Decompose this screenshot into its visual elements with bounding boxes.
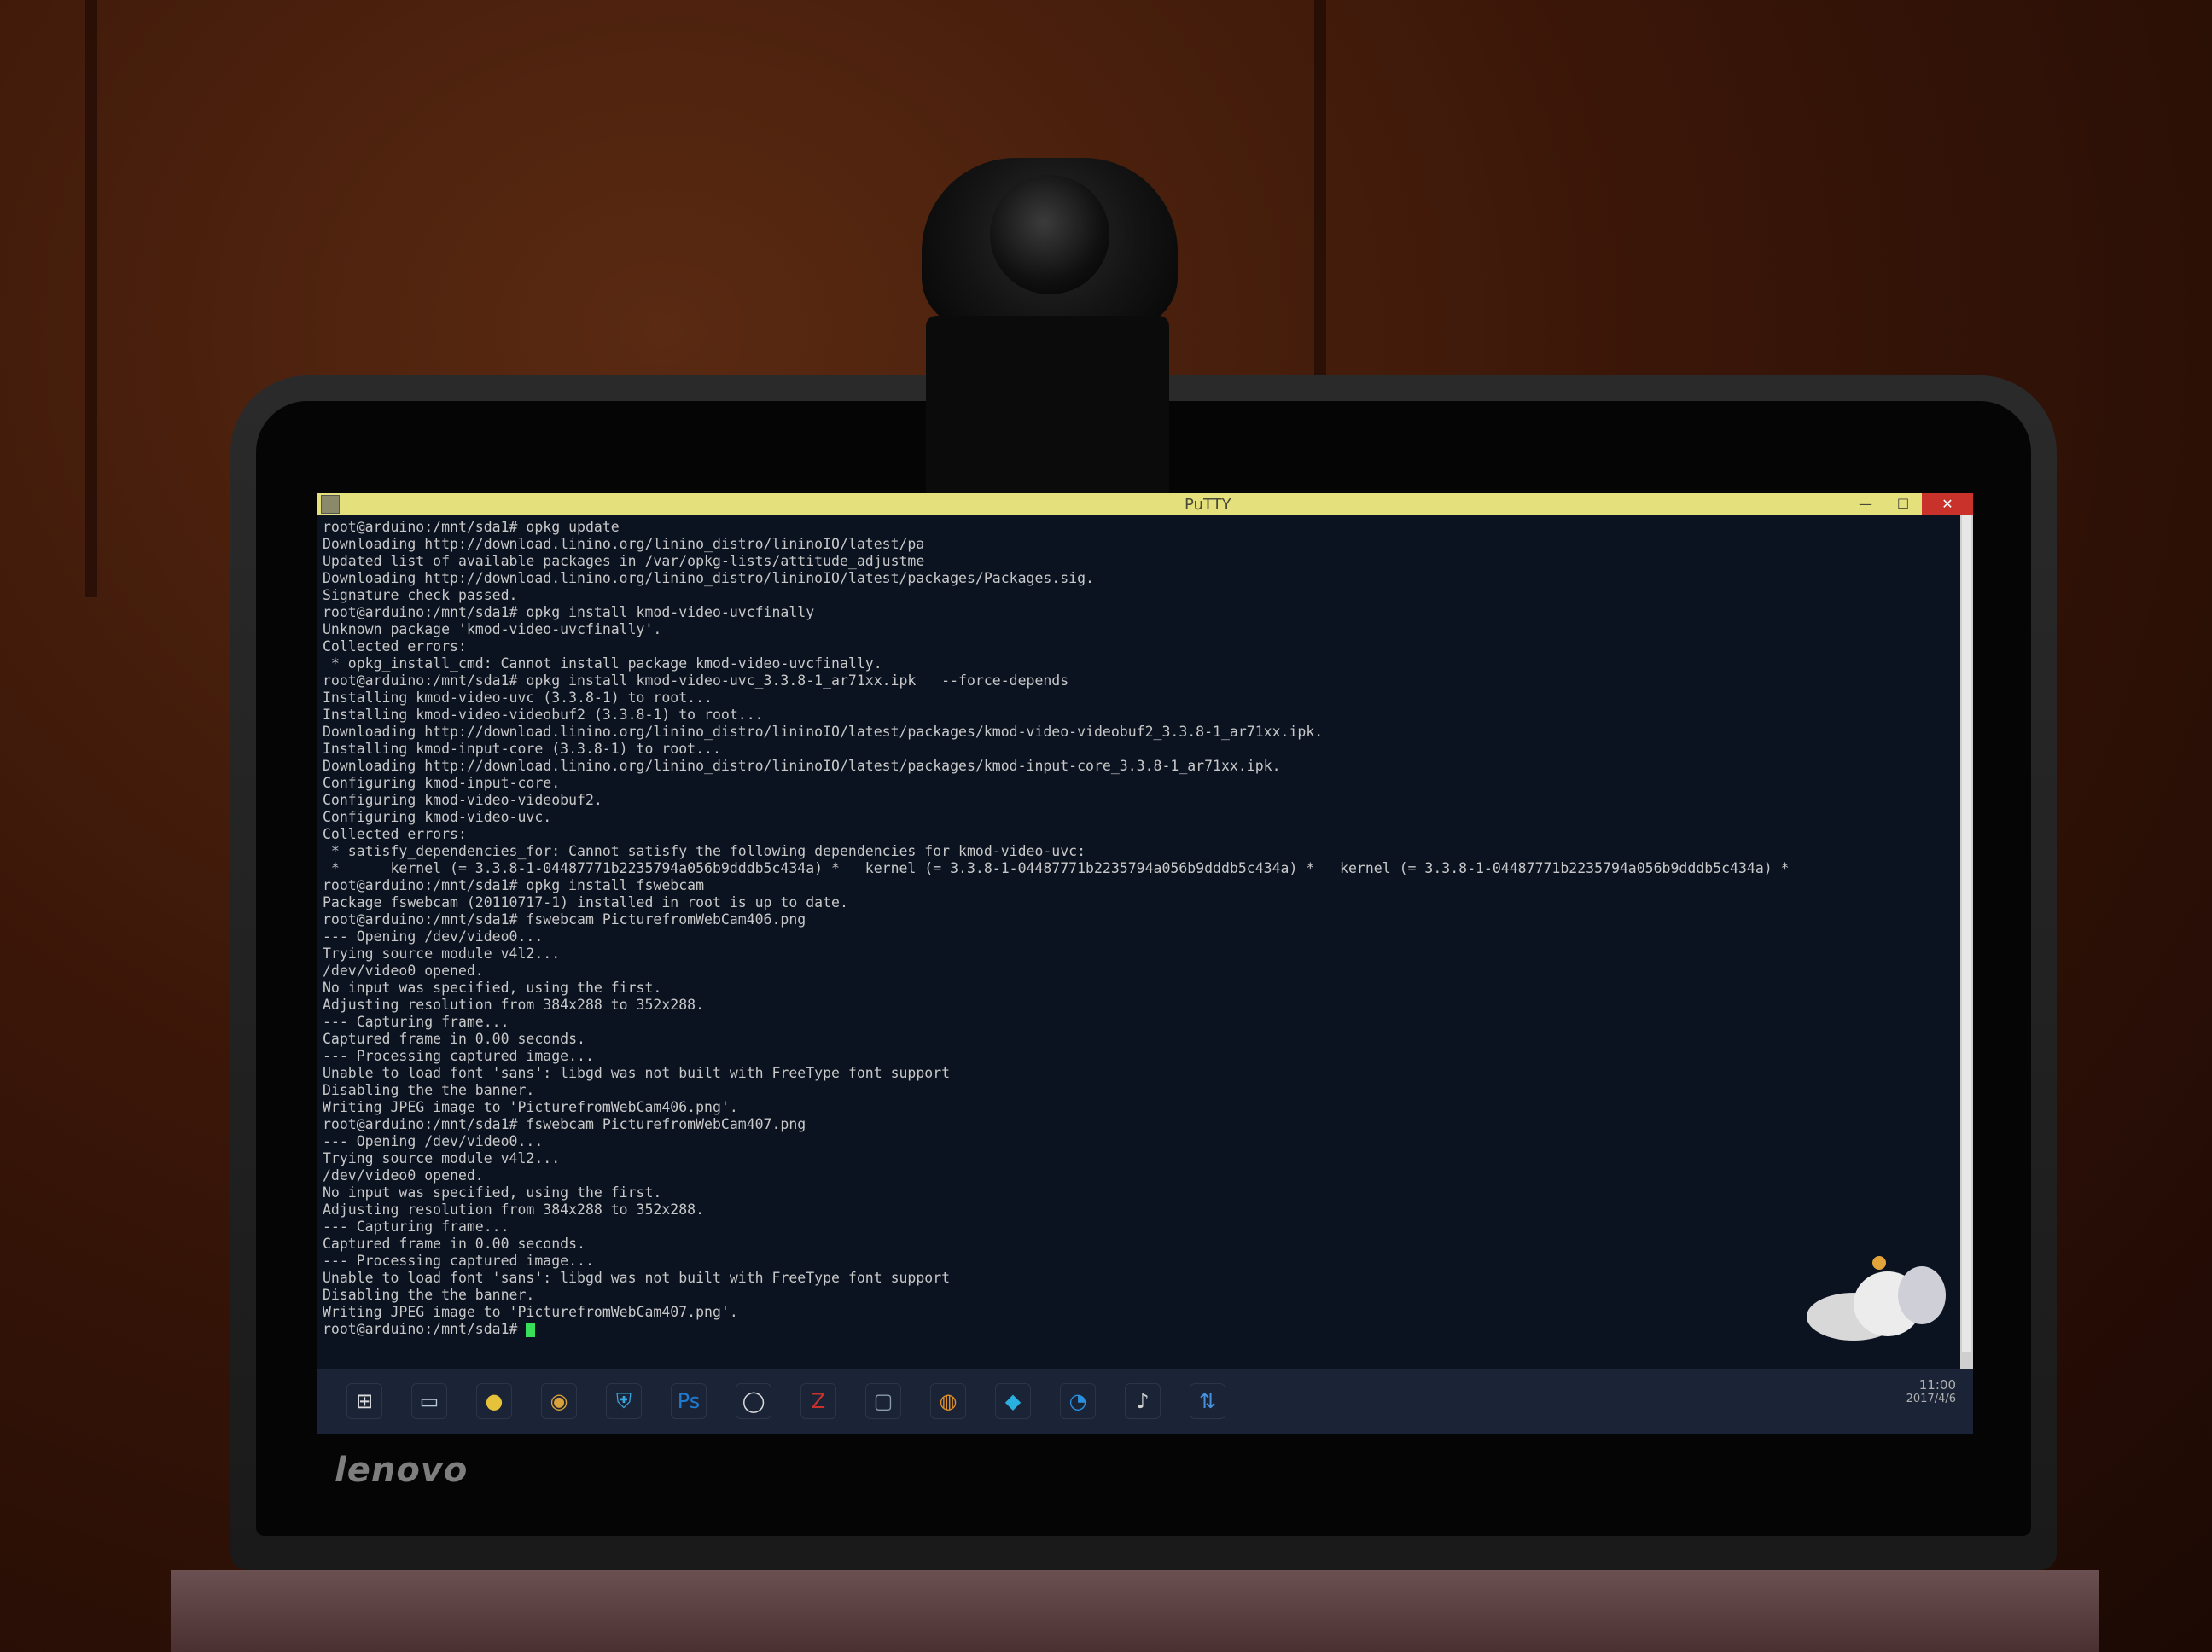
terminal-line: Trying source module v4l2... [323,1150,561,1166]
terminal-line: Installing kmod-video-uvc (3.3.8-1) to r… [323,689,713,706]
globe-icon[interactable]: ◍ [930,1383,966,1419]
window-title: PuTTY [1185,495,1231,514]
terminal-line: Trying source module v4l2... [323,945,561,962]
terminal-line: Installing kmod-input-core (3.3.8-1) to … [323,741,721,757]
terminal-line: Adjusting resolution from 384x288 to 352… [323,1201,705,1218]
scrollbar-thumb[interactable] [1962,515,1971,1352]
terminal-line: Writing JPEG image to 'PicturefromWebCam… [323,1099,738,1115]
terminal-line: --- Processing captured image... [323,1048,594,1064]
webcam-lens-icon [990,175,1109,294]
terminal-line: root@arduino:/mnt/sda1# [323,1321,1955,1338]
terminal-line: Captured frame in 0.00 seconds. [323,1236,585,1252]
terminal-line: No input was specified, using the first. [323,1184,662,1201]
taskbar: ⊞ ▭ ● ◉ ⛨ Ps ◯ Z ▢ ◍ ◆ ◔ ♪ ⇅ 11:00 2017/4/6 [317,1369,1973,1434]
terminal-line: root@arduino:/mnt/sda1# opkg update [323,519,620,535]
close-button[interactable]: ✕ [1922,493,1973,515]
screen: PuTTY — ☐ ✕ root@arduino:/mnt/sda1# opkg… [317,493,1973,1434]
brand-logo: lenovo [335,1451,469,1490]
terminal-line: root@arduino:/mnt/sda1# fswebcam Picture… [323,911,806,928]
terminal-line: Unable to load font 'sans': libgd was no… [323,1065,951,1081]
terminal-line: root@arduino:/mnt/sda1# opkg install fsw… [323,877,705,893]
terminal-line: Updated list of available packages in /v… [323,553,925,569]
camera-app-icon[interactable]: ◔ [1060,1383,1096,1419]
terminal-line: Downloading http://download.linino.org/l… [323,724,1324,740]
terminal-line: Configuring kmod-video-videobuf2. [323,792,602,808]
terminal-line: /dev/video0 opened. [323,1167,484,1184]
terminal-line: Downloading http://download.linino.org/l… [323,536,925,552]
terminal-line: root@arduino:/mnt/sda1# opkg install kmo… [323,604,815,620]
media-app-icon[interactable]: ♪ [1125,1383,1161,1419]
terminal-line: Collected errors: [323,826,467,842]
terminal-line: --- Opening /dev/video0... [323,928,544,945]
speech-bubble-icon[interactable]: ◯ [736,1383,771,1419]
terminal-line: --- Processing captured image... [323,1253,594,1269]
system-tray[interactable]: 11:00 2017/4/6 [1906,1377,1956,1405]
terminal-line: Disabling the the banner. [323,1082,535,1098]
terminal-line: --- Capturing frame... [323,1014,509,1030]
window-controls: — ☐ ✕ [1847,493,1973,515]
keyboard [171,1570,2099,1652]
terminal-line: * opkg_install_cmd: Cannot install packa… [323,655,882,672]
terminal-line: Installing kmod-video-videobuf2 (3.3.8-1… [323,707,764,723]
start-icon[interactable]: ⊞ [346,1383,382,1419]
terminal-line: --- Opening /dev/video0... [323,1133,544,1149]
terminal-line: Downloading http://download.linino.org/l… [323,758,1281,774]
terminal-line: Adjusting resolution from 384x288 to 352… [323,997,705,1013]
photoshop-icon[interactable]: Ps [671,1383,707,1419]
tray-time: 11:00 [1918,1377,1956,1393]
terminal-line: No input was specified, using the first. [323,980,662,996]
security-shield-icon[interactable]: ⛨ [606,1383,642,1419]
terminal-cursor [526,1323,536,1337]
terminal-line: Unknown package 'kmod-video-uvcfinally'. [323,621,662,637]
terminal-line: * kernel (= 3.3.8-1-04487771b2235794a056… [323,860,1790,876]
terminal-line: Configuring kmod-video-uvc. [323,809,552,825]
network-app-icon[interactable]: ⇅ [1190,1383,1225,1419]
terminal-line: * satisfy_dependencies_for: Cannot satis… [323,843,1086,859]
maximize-button[interactable]: ☐ [1884,493,1922,515]
terminal-line: /dev/video0 opened. [323,963,484,979]
terminal-line: --- Capturing frame... [323,1219,509,1235]
filezilla-icon[interactable]: Z [800,1383,836,1419]
blue-app-icon[interactable]: ◆ [995,1383,1031,1419]
minimize-button[interactable]: — [1847,493,1884,515]
file-explorer-icon[interactable]: ▭ [411,1383,447,1419]
terminal-line: Disabling the the banner. [323,1287,535,1303]
desktop-mascot-decoration [1807,1256,1946,1341]
terminal-line: root@arduino:/mnt/sda1# opkg install kmo… [323,672,1069,689]
vertical-scrollbar[interactable] [1960,515,1973,1369]
terminal-line: Configuring kmod-input-core. [323,775,561,791]
terminal-line: Writing JPEG image to 'PicturefromWebCam… [323,1304,738,1320]
terminal-line: Captured frame in 0.00 seconds. [323,1031,585,1047]
terminal-output[interactable]: root@arduino:/mnt/sda1# opkg update Downl… [317,515,1960,1369]
wall-seam [85,0,97,597]
taskbar-icons: ⊞ ▭ ● ◉ ⛨ Ps ◯ Z ▢ ◍ ◆ ◔ ♪ ⇅ [317,1383,1225,1419]
monitor-icon[interactable]: ▢ [865,1383,901,1419]
chrome-icon[interactable]: ◉ [541,1383,577,1419]
terminal-line: Unable to load font 'sans': libgd was no… [323,1270,951,1286]
tray-date: 2017/4/6 [1906,1393,1956,1405]
terminal-line: Signature check passed. [323,587,518,603]
putty-icon [321,495,340,514]
chat-app-icon[interactable]: ● [476,1383,512,1419]
window-titlebar[interactable]: PuTTY — ☐ ✕ [317,493,1973,515]
terminal-line: Package fswebcam (20110717-1) installed … [323,894,848,910]
terminal-line: root@arduino:/mnt/sda1# fswebcam Picture… [323,1116,806,1132]
terminal-line: Collected errors: [323,638,467,654]
terminal-line: Downloading http://download.linino.org/l… [323,570,1094,586]
